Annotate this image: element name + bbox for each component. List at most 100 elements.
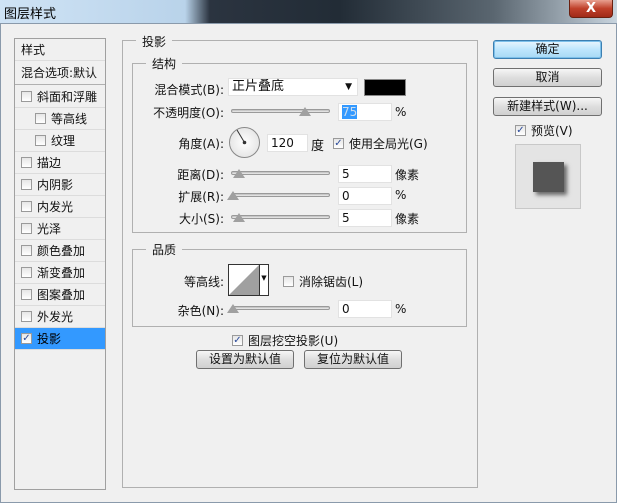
style-item[interactable]: ✓ 投影 [15,328,105,350]
make-default-button[interactable]: 设置为默认值 [196,350,294,369]
style-item[interactable]: 内发光 [15,196,105,218]
angle-needle-icon [236,129,247,145]
style-item-label: 斜面和浮雕 [37,90,98,104]
style-item[interactable]: 斜面和浮雕 [15,86,105,108]
distance-input[interactable]: 5 [338,165,392,183]
spread-input[interactable]: 0 [338,187,392,205]
contour-label: 等高线: [183,275,224,289]
style-item-label: 内发光 [37,200,74,214]
size-label: 大小(S): [178,212,224,226]
contour-preview-icon [229,265,259,295]
angle-dial[interactable] [229,127,260,158]
noise-slider[interactable] [227,304,330,313]
style-item-label: 光泽 [37,222,62,236]
style-item-label: 渐变叠加 [37,266,86,280]
checkbox-icon[interactable] [21,91,32,102]
blend-mode-value: 正片叠底 [232,79,285,94]
checkbox-icon[interactable] [21,245,32,256]
styles-header[interactable]: 样式 [15,39,105,61]
angle-input[interactable]: 120 [267,134,308,152]
ok-button[interactable]: 确定 [493,40,602,59]
style-item[interactable]: 描边 [15,152,105,174]
slider-thumb[interactable] [233,213,245,222]
checkbox-icon[interactable] [21,311,32,322]
blend-mode-select[interactable]: 正片叠底 ▼ [228,78,358,96]
style-item-label: 内阴影 [37,178,74,192]
checkbox-icon[interactable] [21,267,32,278]
preview-checkbox[interactable]: ✓ 预览(V) [515,122,573,139]
slider-thumb[interactable] [227,191,239,200]
antialias-label: 消除锯齿(L) [299,275,364,289]
structure-title: 结构 [146,55,183,72]
style-item-label: 外发光 [37,310,74,324]
checkbox-icon[interactable]: ✓ [21,333,32,344]
opacity-input[interactable]: 75 [338,103,392,121]
noise-input[interactable]: 0 [338,300,392,318]
angle-label: 角度(A): [178,137,224,151]
distance-slider[interactable] [231,169,330,178]
chevron-down-icon: ▼ [345,82,352,92]
style-item[interactable]: 纹理 [15,130,105,152]
global-light-checkbox[interactable]: ✓ 使用全局光(G) [333,135,428,152]
preview-swatch [533,162,564,192]
reset-default-button[interactable]: 复位为默认值 [304,350,402,369]
style-item-label: 等高线 [51,112,88,126]
checkbox-icon[interactable]: ✓ [232,335,243,346]
opacity-label: 不透明度(O): [153,106,224,120]
blend-mode-label: 混合模式(B): [154,83,224,97]
checkbox-icon[interactable] [21,179,32,190]
noise-unit: % [395,302,407,316]
global-light-label: 使用全局光(G) [349,137,428,151]
style-item-label: 描边 [37,156,62,170]
checkbox-icon[interactable] [21,289,32,300]
panel-title: 投影 [136,33,173,50]
style-item-label: 图案叠加 [37,288,86,302]
distance-label: 距离(D): [177,168,224,182]
checkbox-icon[interactable] [21,223,32,234]
slider-thumb[interactable] [233,169,245,178]
style-item[interactable]: 外发光 [15,306,105,328]
checkbox-icon[interactable] [35,113,46,124]
preview-label: 预览(V) [531,124,573,138]
chevron-down-icon[interactable]: ▼ [259,265,268,295]
antialias-checkbox[interactable]: 消除锯齿(L) [283,273,363,290]
style-item-label: 投影 [37,332,62,346]
blend-options-item[interactable]: 混合选项:默认 [15,61,105,85]
checkbox-icon[interactable]: ✓ [333,138,344,149]
title-bar [0,0,617,23]
cancel-button[interactable]: 取消 [493,68,602,87]
style-item[interactable]: 光泽 [15,218,105,240]
spread-slider[interactable] [227,191,330,200]
spread-unit: % [395,188,407,202]
new-style-button[interactable]: 新建样式(W)... [493,97,602,116]
slider-thumb[interactable] [299,107,311,116]
close-button[interactable]: X [569,0,613,18]
size-input[interactable]: 5 [338,209,392,227]
shadow-color-swatch[interactable] [364,79,406,96]
checkbox-icon[interactable]: ✓ [515,125,526,136]
distance-unit: 像素 [395,168,420,182]
checkbox-icon[interactable] [283,276,294,287]
checkbox-icon[interactable] [21,157,32,168]
checkbox-icon[interactable] [21,201,32,212]
opacity-slider[interactable] [231,107,330,116]
slider-thumb[interactable] [227,304,239,313]
style-item[interactable]: 等高线 [15,108,105,130]
size-slider[interactable] [231,213,330,222]
opacity-value: 75 [342,105,358,119]
angle-unit: 度 [311,139,325,154]
checkbox-icon[interactable] [35,135,46,146]
opacity-unit: % [395,105,407,119]
style-item[interactable]: 渐变叠加 [15,262,105,284]
window-title: 图层样式 [4,7,57,22]
knockout-checkbox[interactable]: ✓ 图层挖空投影(U) [232,332,338,349]
contour-picker[interactable]: ▼ [228,264,269,296]
quality-title: 品质 [146,241,183,258]
knockout-label: 图层挖空投影(U) [248,334,339,348]
style-item[interactable]: 图案叠加 [15,284,105,306]
style-item[interactable]: 内阴影 [15,174,105,196]
size-unit: 像素 [395,212,420,226]
style-preview [515,144,581,209]
style-item[interactable]: 颜色叠加 [15,240,105,262]
style-item-label: 纹理 [51,134,76,148]
